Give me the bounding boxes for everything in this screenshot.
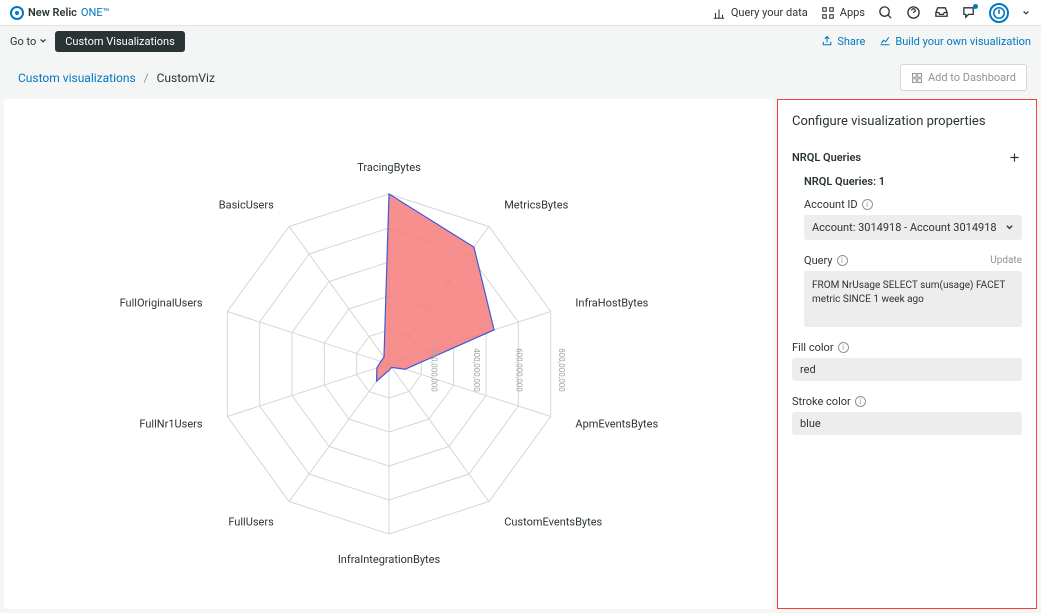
dashboard-icon [911,72,923,84]
stroke-color-group: Stroke color i blue [792,395,1022,435]
svg-text:BasicUsers: BasicUsers [218,198,273,211]
radar-chart: TracingBytes MetricsBytes InfraHostBytes Ap… [109,124,669,584]
add-to-dashboard-button[interactable]: Add to Dashboard [900,64,1027,91]
chart-line-icon [879,35,891,47]
svg-text:FullOriginalUsers: FullOriginalUsers [119,296,202,309]
global-topbar: New Relic ONE™ Query your data Apps [0,0,1041,26]
brand-logo-icon [10,6,24,20]
breadcrumb-sep: / [136,71,157,85]
goto-dropdown[interactable]: Go to [10,35,47,48]
share-icon [821,35,833,47]
query-your-data-link[interactable]: Query your data [711,5,808,21]
svg-text:InfraIntegrationBytes: InfraIntegrationBytes [337,553,440,566]
query-label: Query [804,254,833,267]
account-id-group: Account ID i Account: 3014918 - Account … [804,198,1022,240]
breadcrumb-root[interactable]: Custom visualizations [18,71,136,85]
fill-color-input[interactable]: red [792,358,1022,381]
custom-visualizations-pill[interactable]: Custom Visualizations [55,31,185,52]
chart-bar-icon [711,5,727,21]
help-icon[interactable] [905,5,921,21]
query-update-link[interactable]: Update [990,255,1022,266]
svg-text:800,000,000: 800,000,000 [557,348,566,392]
inbox-icon[interactable] [933,5,949,21]
nrql-section-header: NRQL Queries [792,149,1022,165]
query-group: Query i Update FROM NrUsage SELECT sum(u… [804,254,1022,327]
main-area: TracingBytes MetricsBytes InfraHostBytes Ap… [0,99,1041,613]
account-id-label: Account ID [804,198,858,211]
search-icon[interactable] [877,5,893,21]
info-icon[interactable]: i [838,342,849,353]
info-icon[interactable]: i [855,396,866,407]
chevron-down-icon[interactable] [1021,5,1031,21]
brand-prefix: New Relic [28,6,77,19]
svg-text:MetricsBytes: MetricsBytes [504,198,568,211]
chevron-down-icon [1005,223,1014,232]
brand-suffix: ONE™ [81,6,110,19]
config-panel: Configure visualization properties NRQL … [777,99,1037,609]
svg-text:ApmEventsBytes: ApmEventsBytes [575,417,658,430]
feedback-icon[interactable] [961,5,977,21]
brand: New Relic ONE™ [10,6,109,20]
fill-color-group: Fill color i red [792,341,1022,381]
visualization-panel: TracingBytes MetricsBytes InfraHostBytes Ap… [4,99,773,609]
info-icon[interactable]: i [862,199,873,210]
fill-color-label: Fill color [792,341,834,354]
query-textarea[interactable]: FROM NrUsage SELECT sum(usage) FACET met… [804,271,1022,327]
apps-grid-icon [820,5,836,21]
svg-text:600,000,000: 600,000,000 [514,348,523,392]
info-icon[interactable]: i [837,255,848,266]
stroke-color-input[interactable]: blue [792,412,1022,435]
account-select[interactable]: Account: 3014918 - Account 3014918 [804,215,1022,240]
config-title: Configure visualization properties [792,114,1022,129]
svg-text:InfraHostBytes: InfraHostBytes [575,296,648,309]
app-subbar: Go to Custom Visualizations Share Build … [0,26,1041,56]
svg-text:CustomEventsBytes: CustomEventsBytes [504,515,602,528]
nrql-count: NRQL Queries: 1 [804,175,1022,188]
apps-link[interactable]: Apps [820,5,865,21]
breadcrumb-row: Custom visualizations / CustomViz Add to… [0,56,1041,99]
user-avatar-button[interactable] [989,3,1009,23]
svg-text:TracingBytes: TracingBytes [357,161,421,174]
build-own-viz-link[interactable]: Build your own visualization [879,35,1031,48]
svg-text:200,000,000: 200,000,000 [429,348,438,392]
svg-text:FullUsers: FullUsers [228,515,274,528]
breadcrumb-current: CustomViz [157,71,215,85]
add-query-icon[interactable] [1006,149,1022,165]
svg-text:400,000,000: 400,000,000 [472,348,481,392]
svg-text:FullNr1Users: FullNr1Users [139,417,203,430]
stroke-color-label: Stroke color [792,395,851,408]
share-link[interactable]: Share [821,35,865,48]
